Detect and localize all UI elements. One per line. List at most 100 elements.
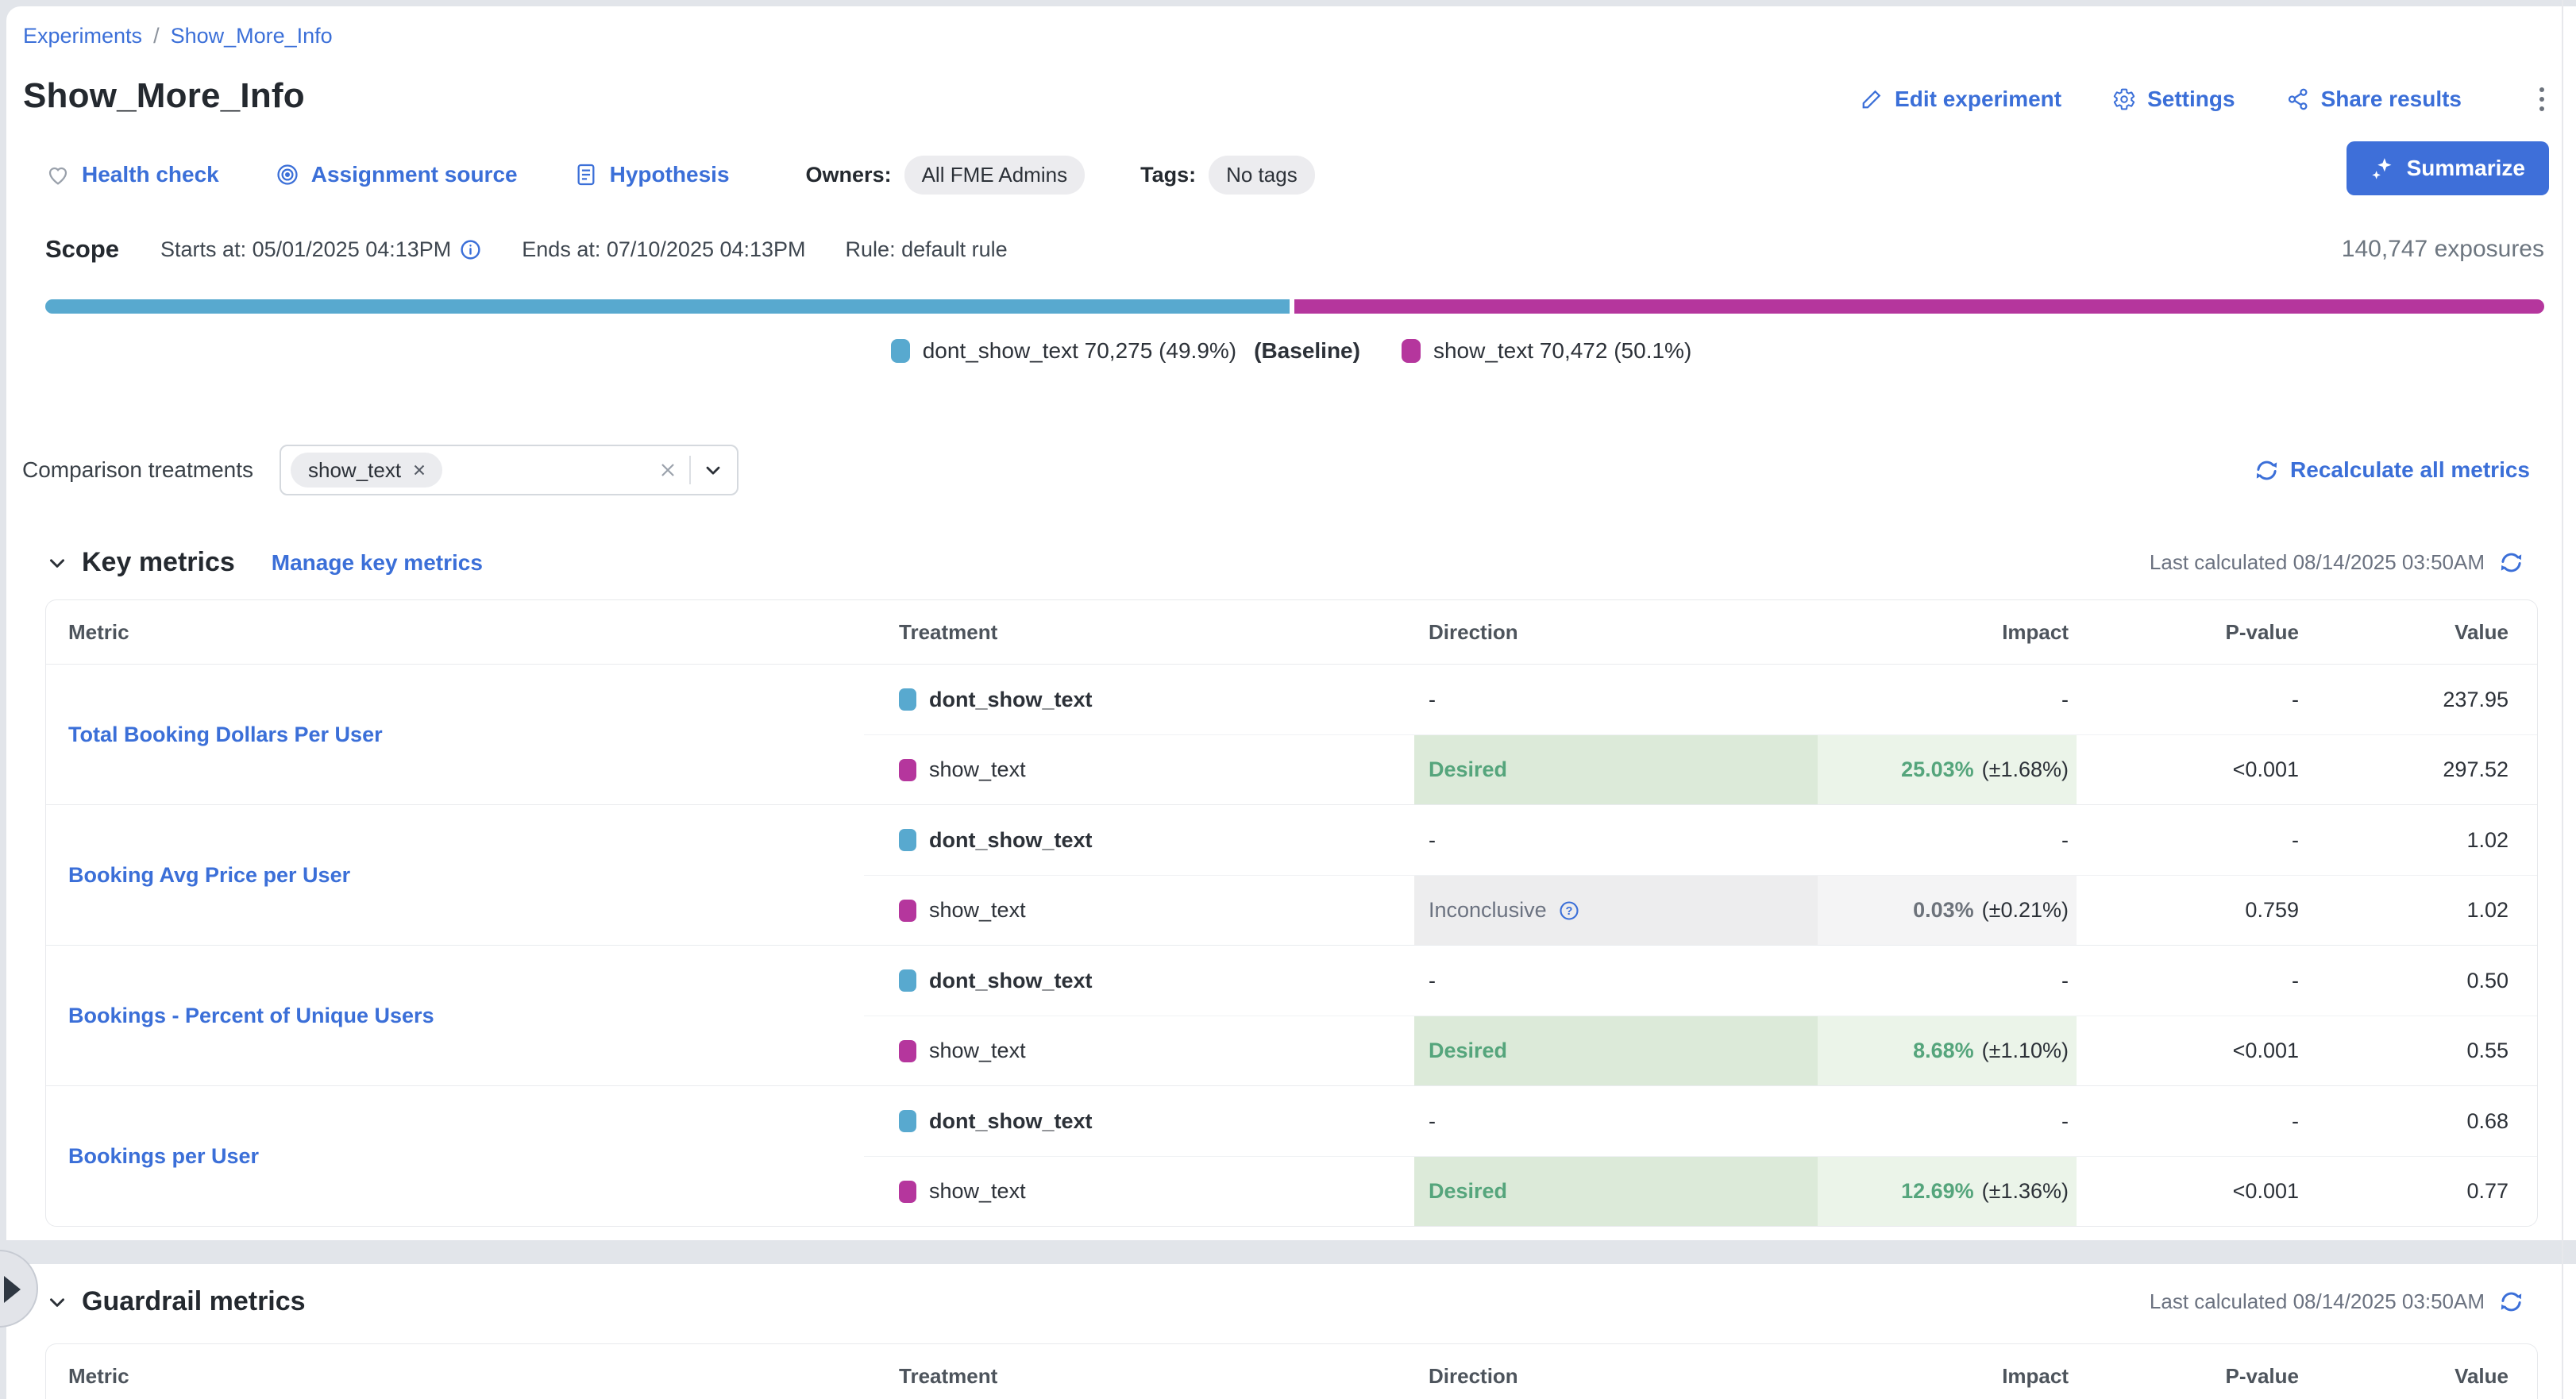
collapse-guardrail-metrics-icon[interactable]	[45, 1290, 69, 1314]
column-header-p-value: P-value	[2077, 1364, 2307, 1389]
value-cell: 237.95	[2307, 665, 2538, 734]
header-actions: Edit experiment Settings Share results	[1860, 83, 2549, 116]
summarize-button[interactable]: Summarize	[2347, 141, 2549, 195]
refresh-icon[interactable]	[2499, 1289, 2524, 1314]
treatment-chip[interactable]: show_text	[291, 453, 442, 488]
share-icon	[2286, 87, 2310, 111]
pvalue-cell: -	[2077, 946, 2307, 1016]
metric-link[interactable]: Bookings - Percent of Unique Users	[68, 1004, 434, 1028]
owners-pill[interactable]: All FME Admins	[904, 156, 1086, 195]
column-header-value: Value	[2307, 620, 2538, 645]
sidebar-expand-arrow-icon[interactable]	[4, 1276, 21, 1303]
refresh-icon[interactable]	[2499, 550, 2524, 575]
chevron-down-icon[interactable]	[702, 459, 724, 481]
pvalue-cell: <0.001	[2077, 734, 2307, 804]
allocation-treatment-segment	[1294, 299, 2544, 314]
treatment-name: dont_show_text	[929, 969, 1093, 993]
treatment-name: show_text	[929, 898, 1026, 923]
baseline-swatch-icon	[891, 339, 910, 363]
guardrail-metrics-title: Guardrail metrics	[82, 1286, 306, 1317]
assignment-source-label: Assignment source	[311, 162, 518, 187]
assignment-source-link[interactable]: Assignment source	[275, 162, 518, 187]
target-icon	[275, 162, 300, 187]
baseline-swatch-icon	[899, 829, 916, 851]
pvalue-cell: -	[2077, 805, 2307, 875]
collapse-key-metrics-icon[interactable]	[45, 551, 69, 575]
direction-value: Desired	[1429, 1179, 1507, 1204]
comparison-treatments-select[interactable]: show_text	[280, 445, 738, 495]
value-cell: 0.50	[2307, 946, 2538, 1016]
refresh-icon	[2254, 458, 2279, 483]
key-metrics-last-calculated: Last calculated 08/14/2025 03:50AM	[2150, 550, 2524, 575]
pvalue-cell: -	[2077, 665, 2307, 734]
column-header-impact: Impact	[1818, 1364, 2077, 1389]
treatment-cell: dont_show_text	[864, 805, 1414, 875]
legend-item: dont_show_text 70,275 (49.9%) (Baseline)	[891, 338, 1360, 364]
more-options-kebab-icon[interactable]	[2535, 83, 2549, 116]
key-metrics-header: Key metrics Manage key metrics Last calc…	[45, 547, 2524, 578]
settings-label: Settings	[2147, 87, 2235, 112]
impact-confidence-interval: (±0.21%)	[1982, 898, 2069, 923]
tags-label: Tags:	[1140, 163, 1196, 187]
value-cell: 0.68	[2307, 1086, 2538, 1156]
treatment-cell: show_text	[864, 875, 1414, 945]
manage-key-metrics-link[interactable]: Manage key metrics	[272, 550, 483, 576]
metric-link[interactable]: Total Booking Dollars Per User	[68, 723, 383, 747]
recalculate-all-metrics-button[interactable]: Recalculate all metrics	[2254, 457, 2530, 483]
direction-value: Inconclusive	[1429, 898, 1547, 923]
question-circle-icon[interactable]: ?	[1558, 900, 1580, 922]
breadcrumb-experiments-link[interactable]: Experiments	[23, 24, 142, 48]
tags-pill[interactable]: No tags	[1209, 156, 1315, 195]
allocation-baseline-segment	[45, 299, 1290, 314]
health-check-label: Health check	[82, 162, 219, 187]
edit-experiment-label: Edit experiment	[1895, 87, 2061, 112]
treatment-swatch-icon	[1402, 339, 1421, 363]
metric-link[interactable]: Booking Avg Price per User	[68, 863, 350, 888]
treatment-cell: dont_show_text	[864, 946, 1414, 1016]
impact-confidence-interval: (±1.10%)	[1982, 1039, 2069, 1063]
treatment-cell: show_text	[864, 1156, 1414, 1226]
breadcrumb-current-link[interactable]: Show_More_Info	[171, 24, 333, 48]
exposures-count: 140,747 exposures	[2342, 236, 2544, 263]
pvalue-cell: <0.001	[2077, 1156, 2307, 1226]
column-header-direction: Direction	[1414, 620, 1818, 645]
info-icon[interactable]	[459, 238, 482, 261]
legend-label: dont_show_text 70,275 (49.9%)	[923, 338, 1236, 364]
direction-cell: -	[1414, 1086, 1818, 1156]
document-icon	[573, 162, 599, 187]
sparkles-icon	[2370, 156, 2396, 181]
value-cell: 1.02	[2307, 805, 2538, 875]
clear-selection-icon[interactable]	[657, 460, 678, 480]
health-check-link[interactable]: Health check	[45, 162, 219, 187]
breadcrumb-separator: /	[153, 24, 160, 48]
treatment-name: show_text	[929, 1179, 1026, 1204]
legend-label: show_text 70,472 (50.1%)	[1433, 338, 1691, 364]
treatment-cell: show_text	[864, 734, 1414, 804]
metric-group: Total Booking Dollars Per Userdont_show_…	[46, 664, 2537, 804]
hypothesis-label: Hypothesis	[610, 162, 730, 187]
direction-value: Desired	[1429, 1039, 1507, 1063]
impact-value: 25.03%	[1901, 757, 1974, 782]
remove-chip-icon[interactable]	[411, 461, 428, 479]
treatment-swatch-icon	[899, 1181, 916, 1203]
metric-cell: Bookings - Percent of Unique Users	[46, 946, 864, 1085]
column-header-metric: Metric	[46, 620, 864, 645]
hypothesis-link[interactable]: Hypothesis	[573, 162, 730, 187]
impact-cell: -	[1818, 946, 2077, 1016]
legend-baseline-tag: (Baseline)	[1254, 338, 1360, 364]
edit-experiment-button[interactable]: Edit experiment	[1860, 87, 2061, 112]
settings-button[interactable]: Settings	[2112, 87, 2235, 112]
impact-value: -	[2061, 969, 2069, 993]
scope-row: Scope Starts at: 05/01/2025 04:13PM Ends…	[45, 235, 2544, 264]
column-header-direction: Direction	[1414, 1364, 1818, 1389]
scrollbar-track[interactable]	[2562, 0, 2563, 1399]
column-header-impact: Impact	[1818, 620, 2077, 645]
share-results-label: Share results	[2321, 87, 2462, 112]
impact-value: 0.03%	[1913, 898, 1974, 923]
metric-link[interactable]: Bookings per User	[68, 1144, 259, 1169]
value-cell: 1.02	[2307, 875, 2538, 945]
impact-confidence-interval: (±1.68%)	[1982, 757, 2069, 782]
impact-cell: -	[1818, 805, 2077, 875]
share-results-button[interactable]: Share results	[2286, 87, 2462, 112]
treatment-swatch-icon	[899, 1040, 916, 1062]
